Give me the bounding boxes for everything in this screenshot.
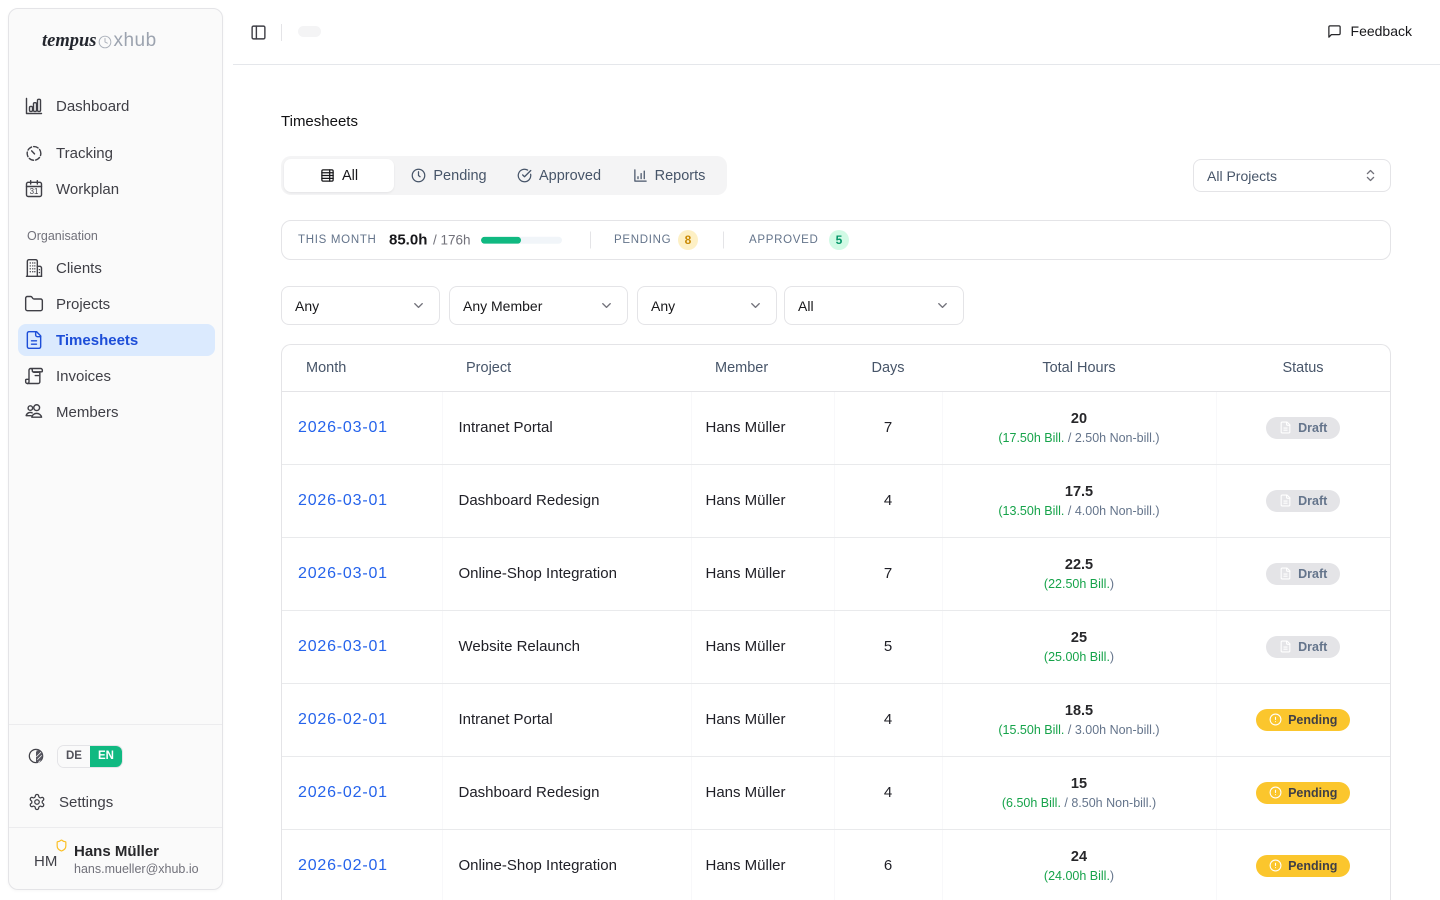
svg-text:31: 31 xyxy=(30,187,39,196)
